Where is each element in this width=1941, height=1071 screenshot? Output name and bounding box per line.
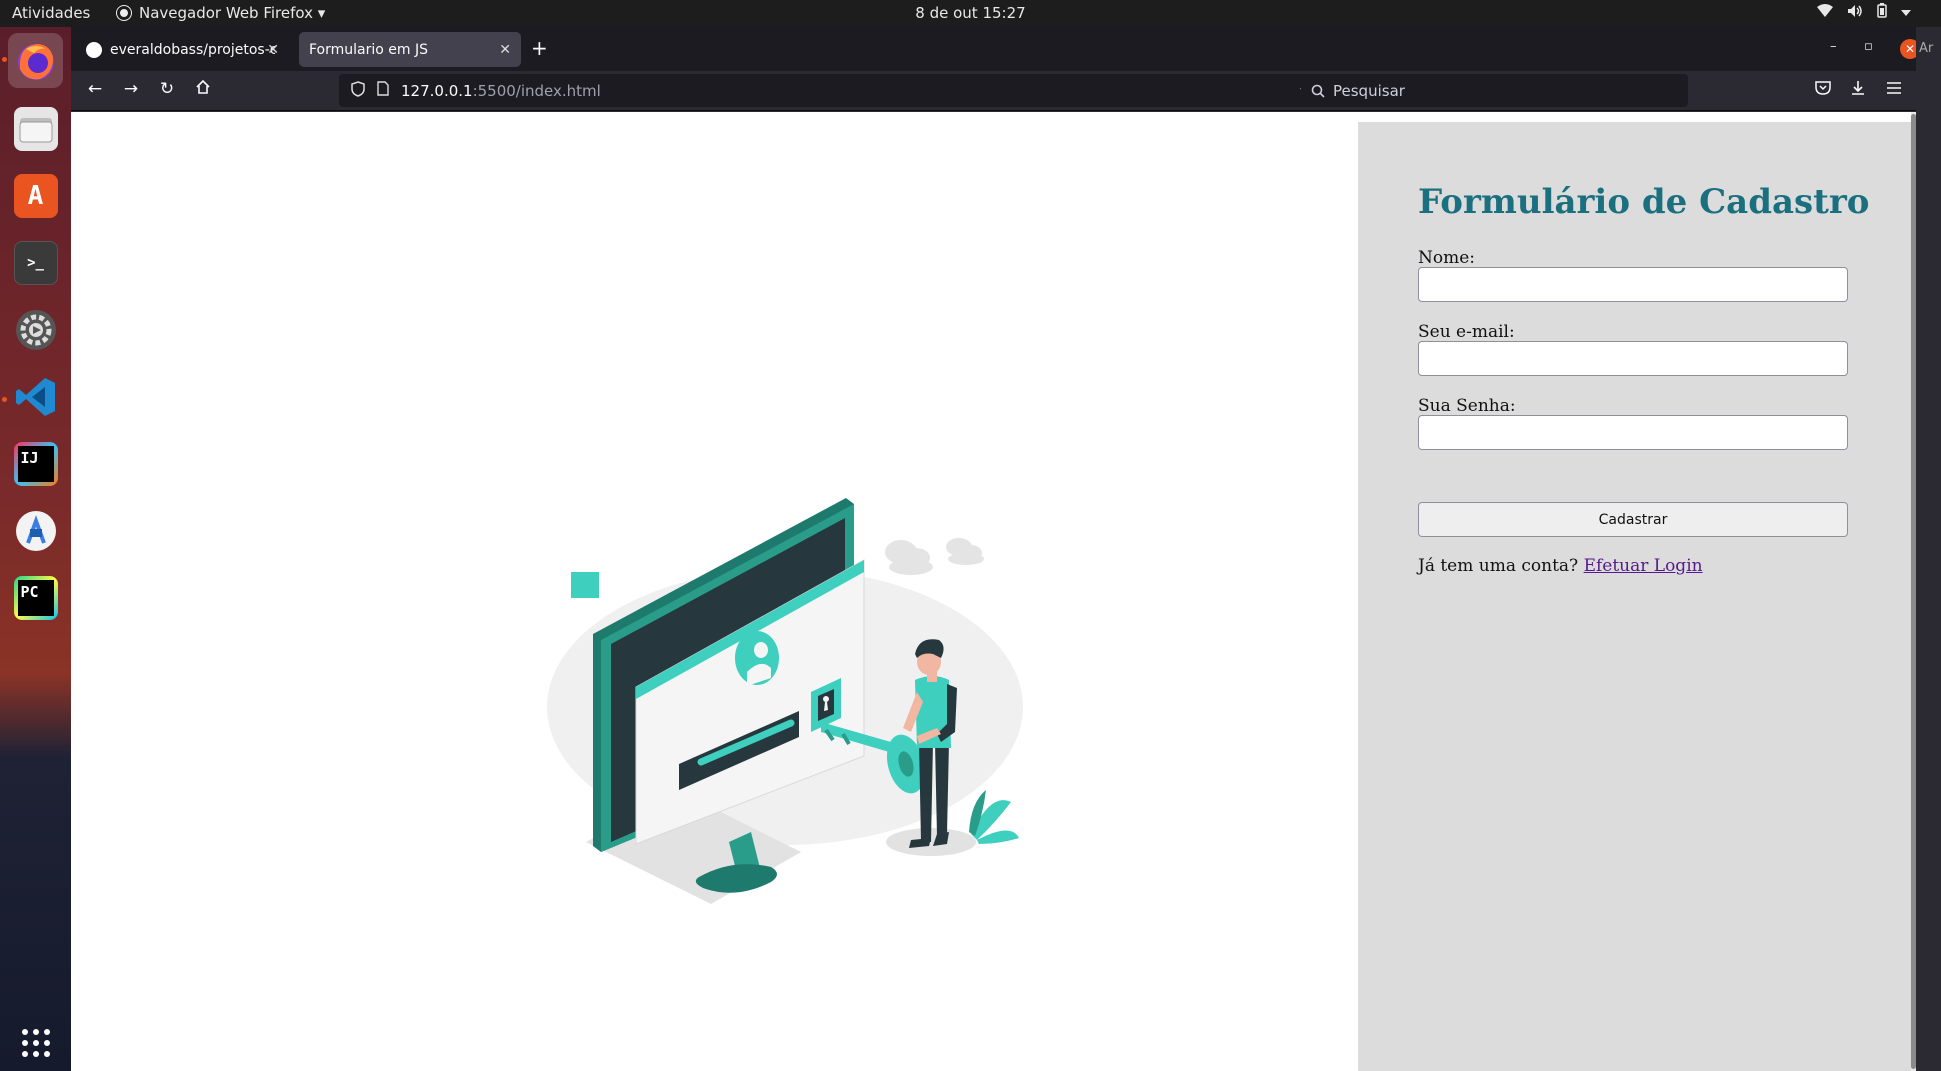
page-viewport: Formulário de Cadastro Nome: Seu e-mail:… xyxy=(71,112,1916,1071)
tab-formulario[interactable]: Formulario em JS ✕ xyxy=(299,32,521,67)
volume-icon xyxy=(1847,4,1863,22)
firefox-icon xyxy=(117,6,131,20)
name-label: Nome: xyxy=(1418,248,1476,268)
url-host: 127.0.0.1 xyxy=(401,81,473,100)
vscode-icon xyxy=(15,377,55,416)
running-indicator xyxy=(2,57,7,62)
url-bar[interactable]: 127.0.0.1:5500/index.html ☆ xyxy=(339,74,1324,107)
clock[interactable]: 8 de out 15:27 xyxy=(915,4,1025,22)
login-prompt-line: Já tem uma conta? Efetuar Login xyxy=(1418,556,1703,576)
password-input[interactable] xyxy=(1418,415,1848,450)
dock-pycharm[interactable]: PC xyxy=(8,570,63,625)
login-illustration xyxy=(547,498,1023,904)
password-label: Sua Senha: xyxy=(1418,396,1516,416)
app-menu-label: Navegador Web Firefox ▾ xyxy=(139,4,326,22)
settings-icon xyxy=(15,309,56,350)
page-info-icon[interactable] xyxy=(377,81,389,100)
dock: A >_ IJ PC xyxy=(0,27,71,1071)
navigation-toolbar: ← → ↻ 127.0.0.1:5500/index.html ☆ Pesqui… xyxy=(71,71,1941,111)
search-input[interactable]: Pesquisar xyxy=(1301,74,1688,107)
partial-window-edge: Ar xyxy=(1916,27,1941,1071)
minimize-button[interactable]: – xyxy=(1830,39,1837,54)
new-tab-button[interactable]: + xyxy=(531,36,548,60)
dock-software[interactable]: A xyxy=(8,168,63,223)
pycharm-icon: PC xyxy=(13,575,58,620)
dock-settings[interactable] xyxy=(8,302,63,357)
tab-label: everaldobass/projetos-co xyxy=(110,41,275,58)
dock-terminal[interactable]: >_ xyxy=(8,235,63,290)
folder-icon xyxy=(13,106,58,151)
app-menu[interactable]: Navegador Web Firefox ▾ xyxy=(117,4,325,22)
email-input[interactable] xyxy=(1418,341,1848,376)
github-icon xyxy=(86,41,102,58)
battery-icon xyxy=(1877,3,1887,22)
dock-files[interactable] xyxy=(8,101,63,156)
intellij-icon: IJ xyxy=(13,441,58,486)
tracking-shield-icon[interactable] xyxy=(351,80,365,101)
partial-window-label: Ar xyxy=(1919,41,1934,56)
activities-button[interactable]: Atividades xyxy=(12,4,90,22)
pocket-icon[interactable] xyxy=(1815,80,1831,99)
terminal-icon: >_ xyxy=(13,240,58,285)
form-title: Formulário de Cadastro xyxy=(1418,182,1870,222)
android-studio-icon xyxy=(15,510,56,551)
tab-bar: everaldobass/projetos-co ✕ Formulario em… xyxy=(71,27,1941,71)
login-prompt-text: Já tem uma conta? xyxy=(1418,556,1579,576)
close-tab-icon[interactable]: ✕ xyxy=(499,42,511,58)
wifi-icon xyxy=(1817,3,1833,22)
back-button[interactable]: ← xyxy=(83,79,107,99)
tab-label: Formulario em JS xyxy=(309,41,428,58)
email-label: Seu e-mail: xyxy=(1418,322,1515,342)
restore-button[interactable]: ▫ xyxy=(1864,39,1873,54)
software-store-icon: A xyxy=(13,173,58,218)
register-button[interactable]: Cadastrar xyxy=(1418,502,1848,537)
registration-panel: Formulário de Cadastro Nome: Seu e-mail:… xyxy=(1358,122,1916,1071)
system-tray[interactable] xyxy=(1817,3,1911,22)
app-grid-icon xyxy=(21,1028,50,1057)
name-input[interactable] xyxy=(1418,267,1848,302)
home-icon xyxy=(196,79,210,94)
search-icon xyxy=(1311,84,1325,98)
reload-button[interactable]: ↻ xyxy=(155,79,179,99)
scrollbar-thumb[interactable] xyxy=(1911,114,1916,1069)
tab-github[interactable]: everaldobass/projetos-co ✕ xyxy=(76,32,289,67)
firefox-icon xyxy=(17,43,54,80)
system-top-bar: Atividades Navegador Web Firefox ▾ 8 de … xyxy=(0,0,1941,27)
dock-firefox[interactable] xyxy=(8,33,63,88)
dock-intellij[interactable]: IJ xyxy=(8,436,63,491)
dock-vscode[interactable] xyxy=(8,369,63,424)
url-path: :5500/index.html xyxy=(472,81,601,100)
downloads-icon[interactable] xyxy=(1850,80,1866,100)
show-apps-button[interactable] xyxy=(8,1015,63,1070)
menu-hamburger-icon[interactable] xyxy=(1886,80,1902,99)
page-scrollbar[interactable] xyxy=(1911,112,1916,1071)
search-placeholder: Pesquisar xyxy=(1333,81,1405,100)
dock-android-studio[interactable] xyxy=(8,503,63,558)
running-indicator xyxy=(2,397,7,402)
login-link[interactable]: Efetuar Login xyxy=(1584,556,1703,576)
forward-button[interactable]: → xyxy=(119,79,143,99)
chevron-down-icon xyxy=(1901,5,1911,21)
home-button[interactable] xyxy=(191,79,215,100)
close-tab-icon[interactable]: ✕ xyxy=(267,42,279,58)
